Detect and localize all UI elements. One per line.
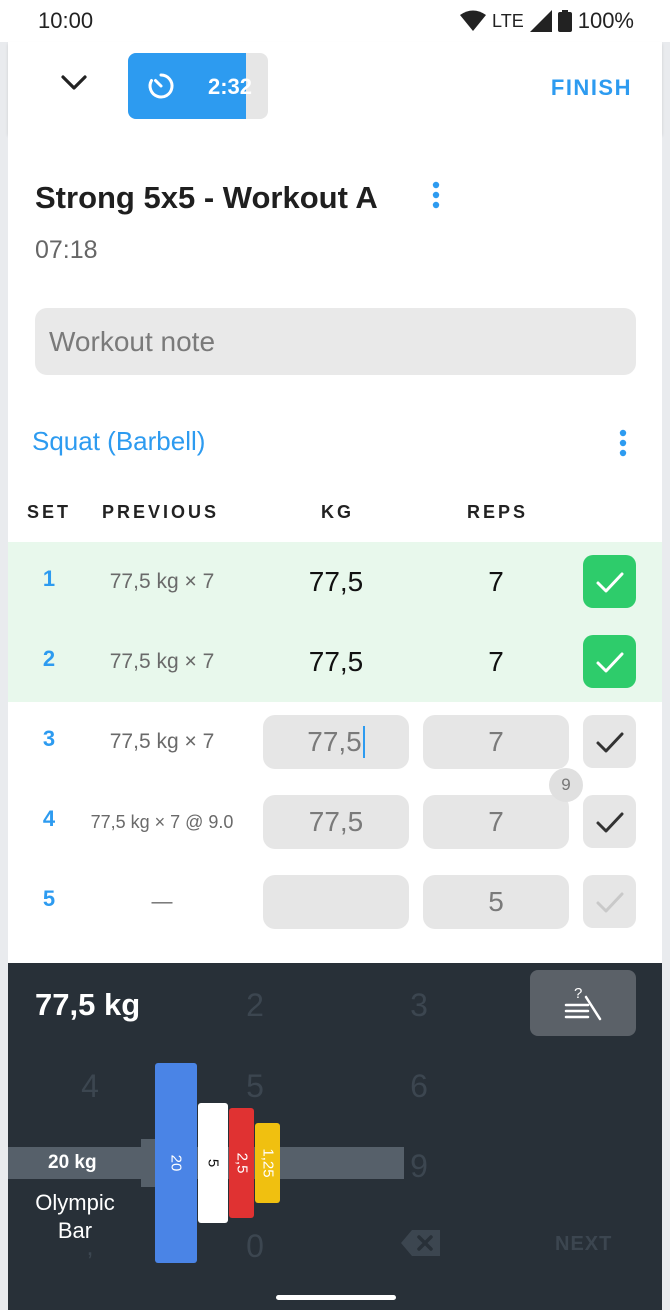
wifi-icon	[460, 10, 487, 31]
plate-5-label: 5	[204, 1158, 222, 1168]
reps-input[interactable]: 7	[423, 715, 569, 769]
plate-1-25-label: 1,25	[259, 1148, 276, 1178]
reps-input[interactable]: 7	[423, 795, 569, 849]
set-row: 1 77,5 kg × 7 77,5 7	[8, 542, 662, 622]
next-button[interactable]: NEXT	[555, 1233, 612, 1256]
reps-input[interactable]: 5	[423, 875, 569, 929]
key-6[interactable]: 6	[389, 1068, 449, 1105]
kg-input[interactable]: 77,5	[263, 715, 409, 769]
workout-content: Strong 5x5 - Workout A 07:18 Workout not…	[8, 134, 662, 963]
previous-value[interactable]: 77,5 kg × 7	[90, 702, 234, 782]
previous-value[interactable]: 77,5 kg × 7	[90, 622, 234, 702]
set-number: 4	[42, 806, 56, 831]
set-row: 4 77,5 kg × 7 @ 9.0 77,5 7 9	[8, 768, 662, 862]
text-cursor	[362, 726, 365, 758]
keyboard-value: 77,5 kg	[35, 987, 141, 1022]
battery-percent: 100%	[577, 8, 634, 33]
plate-5: 5	[198, 1103, 228, 1223]
set-number: 3	[42, 726, 56, 751]
timer-icon	[148, 73, 174, 99]
number-keyboard: 77,5 kg 2 3 4 5 6 9 0 , NEXT ? 20 kg Oly…	[8, 963, 662, 1310]
reps-value[interactable]: 7	[423, 555, 569, 609]
checkmark-icon	[596, 652, 623, 672]
backspace-icon[interactable]	[400, 1228, 442, 1258]
set-number: 2	[42, 646, 56, 671]
key-2[interactable]: 2	[225, 987, 285, 1024]
plate-calculator-button[interactable]: ?	[530, 970, 636, 1036]
exercise-name[interactable]: Squat (Barbell)	[32, 426, 205, 457]
gesture-nav-bar[interactable]	[276, 1295, 396, 1300]
bar-weight-label: 20 kg	[48, 1152, 97, 1173]
signal-icon	[529, 10, 552, 32]
plate-2-5-label: 2,5	[233, 1152, 250, 1174]
key-4[interactable]: 4	[60, 1068, 120, 1105]
set-number: 1	[42, 566, 56, 591]
set-complete-button[interactable]	[583, 795, 636, 848]
chevron-down-icon[interactable]	[58, 66, 90, 98]
network-type: LTE	[492, 10, 524, 31]
kg-input-value: 77,5	[307, 726, 362, 757]
set-row: 5 — 5	[8, 862, 662, 942]
status-time: 10:00	[38, 8, 94, 33]
plate-2-5: 2,5	[229, 1108, 254, 1218]
header-set: SET	[27, 502, 72, 522]
header-previous: PREVIOUS	[102, 502, 220, 522]
key-5[interactable]: 5	[225, 1068, 285, 1105]
workout-title: Strong 5x5 - Workout A	[35, 180, 378, 215]
key-3[interactable]: 3	[389, 987, 449, 1024]
battery-icon	[557, 10, 572, 32]
key-0[interactable]: 0	[225, 1228, 285, 1265]
kg-input[interactable]	[263, 875, 409, 929]
exercise-more-icon[interactable]	[613, 426, 633, 460]
workout-note-input[interactable]: Workout note	[35, 308, 636, 375]
status-icons: LTE 100%	[460, 8, 634, 34]
svg-text:?: ?	[574, 985, 582, 1002]
rest-timer-text: 2:32	[208, 74, 253, 99]
kg-value[interactable]: 77,5	[263, 635, 409, 689]
checkmark-icon	[596, 732, 623, 752]
finish-button[interactable]: FINISH	[551, 75, 632, 101]
set-number: 5	[42, 886, 56, 911]
rest-timer-button[interactable]: 2:32	[128, 53, 268, 119]
kg-value[interactable]: 77,5	[263, 555, 409, 609]
set-complete-button[interactable]	[583, 715, 636, 768]
bar-name-label: Olympic Bar	[35, 1190, 115, 1243]
set-row: 2 77,5 kg × 7 77,5 7	[8, 622, 662, 702]
app-bar: 2:32 FINISH	[8, 42, 662, 134]
plate-20: 20	[155, 1063, 197, 1263]
status-bar: 10:00 LTE 100%	[0, 0, 670, 42]
plate-20-label: 20	[167, 1154, 185, 1172]
reps-value[interactable]: 7	[423, 635, 569, 689]
set-complete-button[interactable]	[583, 555, 636, 608]
plate-1-25: 1,25	[255, 1123, 280, 1203]
previous-value[interactable]: 77,5 kg × 7 @ 9.0	[90, 782, 234, 862]
plate-calculator-icon: ?	[564, 985, 602, 1021]
previous-value[interactable]: —	[90, 862, 234, 942]
header-reps: REPS	[467, 502, 529, 522]
checkmark-icon	[596, 892, 623, 912]
rpe-badge[interactable]: 9	[549, 768, 583, 802]
workout-duration: 07:18	[35, 236, 98, 264]
set-complete-button[interactable]	[583, 875, 636, 928]
workout-more-icon[interactable]	[426, 180, 446, 214]
checkmark-icon	[596, 812, 623, 832]
set-complete-button[interactable]	[583, 635, 636, 688]
barbell-collar	[141, 1139, 155, 1187]
kg-input[interactable]: 77,5	[263, 795, 409, 849]
checkmark-icon	[596, 572, 623, 592]
header-kg: KG	[321, 502, 354, 522]
previous-value[interactable]: 77,5 kg × 7	[90, 542, 234, 622]
